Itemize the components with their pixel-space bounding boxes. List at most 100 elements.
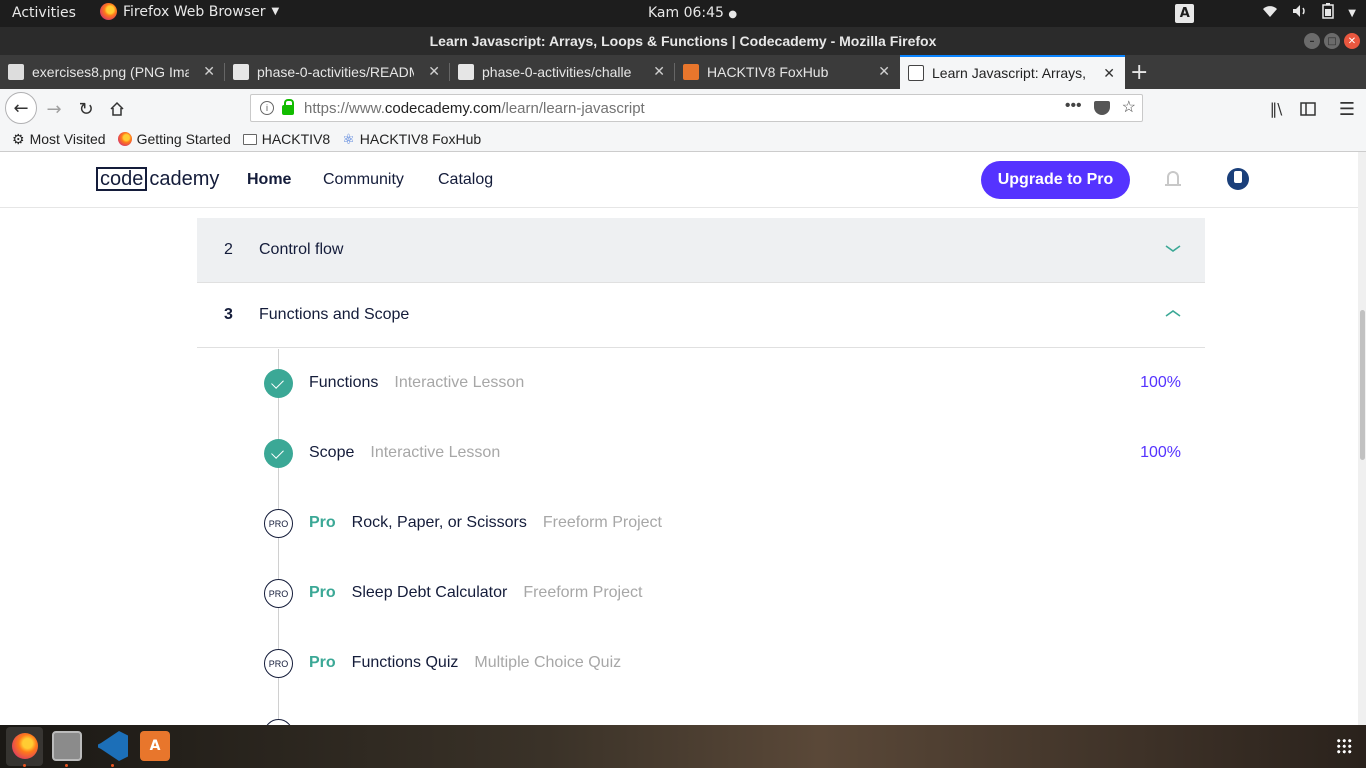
bookmark-star-icon[interactable]: ☆	[1122, 97, 1136, 117]
logo-box-text: code	[96, 167, 148, 191]
forward-button[interactable]: →	[40, 95, 68, 123]
close-icon[interactable]: ✕	[653, 63, 665, 80]
module-number: 2	[224, 241, 233, 258]
lesson-functions-quiz[interactable]: PRO Pro Functions Quiz Multiple Choice Q…	[197, 643, 1205, 683]
tab-exercises8[interactable]: exercises8.png (PNG Ima ✕	[0, 55, 225, 89]
pro-tag: Pro	[309, 584, 336, 601]
menu-button[interactable]: ☰	[1333, 95, 1361, 123]
firefox-icon	[117, 132, 132, 146]
url-text: https://www.codecademy.com/learn/learn-j…	[304, 100, 645, 117]
page-scrollbar[interactable]	[1358, 152, 1366, 725]
module-functions-and-scope[interactable]: 3 Functions and Scope	[197, 283, 1205, 348]
page-actions-icon[interactable]: •••	[1065, 97, 1082, 117]
avatar[interactable]	[1227, 168, 1249, 190]
nav-home[interactable]: Home	[247, 171, 291, 189]
app-grid-icon[interactable]	[1336, 738, 1352, 754]
nav-catalog[interactable]: Catalog	[438, 171, 493, 189]
pro-badge-icon: PRO	[264, 579, 293, 608]
tab-label: exercises8.png (PNG Ima	[32, 64, 189, 80]
lesson-scope[interactable]: Scope Interactive Lesson 100%	[197, 433, 1205, 473]
home-icon	[110, 101, 124, 116]
bookmark-folder-hacktiv8[interactable]: HACKTIV8	[242, 131, 331, 147]
maximize-button[interactable]: □	[1324, 33, 1340, 49]
keyboard-layout-indicator[interactable]: A	[1175, 3, 1195, 23]
close-icon[interactable]: ✕	[203, 63, 215, 80]
page-content: code cademy Home Community Catalog Upgrad…	[0, 152, 1366, 725]
battery-icon	[1322, 3, 1335, 23]
files-dock-icon[interactable]	[52, 731, 82, 761]
tab-github-challenge[interactable]: phase-0-activities/challe ✕	[450, 55, 675, 89]
minimize-button[interactable]: –	[1304, 33, 1320, 49]
notification-dot-icon: ●	[728, 9, 738, 20]
close-icon[interactable]: ✕	[428, 63, 440, 80]
running-indicator	[23, 764, 26, 767]
bell-icon[interactable]	[1165, 171, 1181, 187]
lesson-next-partial[interactable]	[197, 713, 1205, 725]
tab-github-readme[interactable]: phase-0-activities/READM ✕	[225, 55, 450, 89]
window-title-bar: Learn Javascript: Arrays, Loops & Functi…	[0, 27, 1366, 55]
system-menu-caret-icon: ▼	[1348, 7, 1356, 19]
system-tray[interactable]: A ▼	[1175, 3, 1356, 23]
activities-button[interactable]: Activities	[12, 5, 76, 21]
url-bar[interactable]: i https://www.codecademy.com/learn/learn…	[250, 94, 1143, 122]
tab-foxhub[interactable]: HACKTIV8 FoxHub ✕	[675, 55, 900, 89]
tab-label: HACKTIV8 FoxHub	[707, 64, 829, 80]
lesson-name: Scope	[309, 444, 355, 461]
chevron-up-icon	[1165, 310, 1181, 317]
close-window-button[interactable]: ✕	[1344, 33, 1360, 49]
lesson-name: Sleep Debt Calculator	[351, 584, 508, 601]
lesson-type: Freeform Project	[542, 514, 662, 531]
chevron-down-icon	[1165, 245, 1181, 252]
bookmark-most-visited[interactable]: ⚙ Most Visited	[12, 131, 106, 148]
tab-label: phase-0-activities/READM	[257, 64, 414, 80]
tab-strip: exercises8.png (PNG Ima ✕ phase-0-activi…	[0, 55, 1366, 89]
module-control-flow[interactable]: 2 Control flow	[197, 218, 1205, 283]
site-info-icon[interactable]: i	[260, 101, 274, 115]
pro-tag: Pro	[309, 654, 336, 671]
lesson-functions[interactable]: Functions Interactive Lesson 100%	[197, 363, 1205, 403]
check-icon	[264, 439, 293, 468]
lesson-name: Functions Quiz	[351, 654, 459, 671]
pocket-icon[interactable]	[1093, 101, 1110, 115]
back-button[interactable]: ←	[5, 92, 37, 124]
system-top-bar: Activities Firefox Web Browser ▼ Kam 06:…	[0, 0, 1366, 27]
codecademy-logo[interactable]: code cademy	[96, 167, 219, 191]
lesson-sleep-debt-calculator[interactable]: PRO Pro Sleep Debt Calculator Freeform P…	[197, 573, 1205, 613]
bookmark-label: HACKTIV8 FoxHub	[359, 131, 482, 147]
software-store-dock-icon[interactable]: A	[140, 731, 170, 761]
clock-label: Kam 06:45	[648, 5, 724, 21]
scrollbar-thumb[interactable]	[1360, 310, 1365, 460]
home-button[interactable]	[103, 95, 131, 123]
nav-community[interactable]: Community	[323, 171, 404, 189]
clock[interactable]: Kam 06:45 ●	[648, 5, 737, 21]
pro-badge-icon: PRO	[264, 649, 293, 678]
lock-icon	[282, 99, 294, 115]
bookmarks-toolbar: ⚙ Most Visited Getting Started HACKTIV8 …	[0, 127, 1366, 152]
check-icon	[264, 369, 293, 398]
app-menu[interactable]: Firefox Web Browser ▼	[100, 3, 279, 20]
bookmark-foxhub[interactable]: ⚛ HACKTIV8 FoxHub	[342, 131, 481, 148]
lesson-rock-paper-scissors[interactable]: PRO Pro Rock, Paper, or Scissors Freefor…	[197, 503, 1205, 543]
url-path: /learn/learn-javascript	[501, 99, 645, 117]
tab-label: phase-0-activities/challe	[482, 64, 632, 80]
library-button[interactable]: ‖\	[1262, 95, 1290, 123]
reload-button[interactable]: ↻	[72, 95, 100, 123]
window-controls: – □ ✕	[1304, 33, 1360, 49]
lesson-type: Freeform Project	[523, 584, 643, 601]
vscode-dock-icon[interactable]	[98, 731, 128, 761]
tab-codecademy[interactable]: Learn Javascript: Arrays, ✕	[900, 55, 1125, 89]
firefox-dock-icon[interactable]	[6, 727, 43, 766]
lesson-progress: 100%	[1140, 444, 1181, 461]
app-menu-label: Firefox Web Browser	[123, 3, 266, 20]
sidebar-button[interactable]	[1294, 95, 1322, 123]
wifi-icon	[1262, 4, 1278, 22]
close-icon[interactable]: ✕	[1103, 65, 1115, 82]
upgrade-to-pro-button[interactable]: Upgrade to Pro	[981, 161, 1130, 199]
close-icon[interactable]: ✕	[878, 63, 890, 80]
bookmark-label: HACKTIV8	[261, 131, 331, 147]
codecademy-icon	[908, 65, 924, 81]
new-tab-button[interactable]: +	[1130, 60, 1148, 85]
module-title: Functions and Scope	[259, 306, 410, 323]
pro-tag: Pro	[309, 514, 336, 531]
bookmark-getting-started[interactable]: Getting Started	[117, 131, 231, 147]
